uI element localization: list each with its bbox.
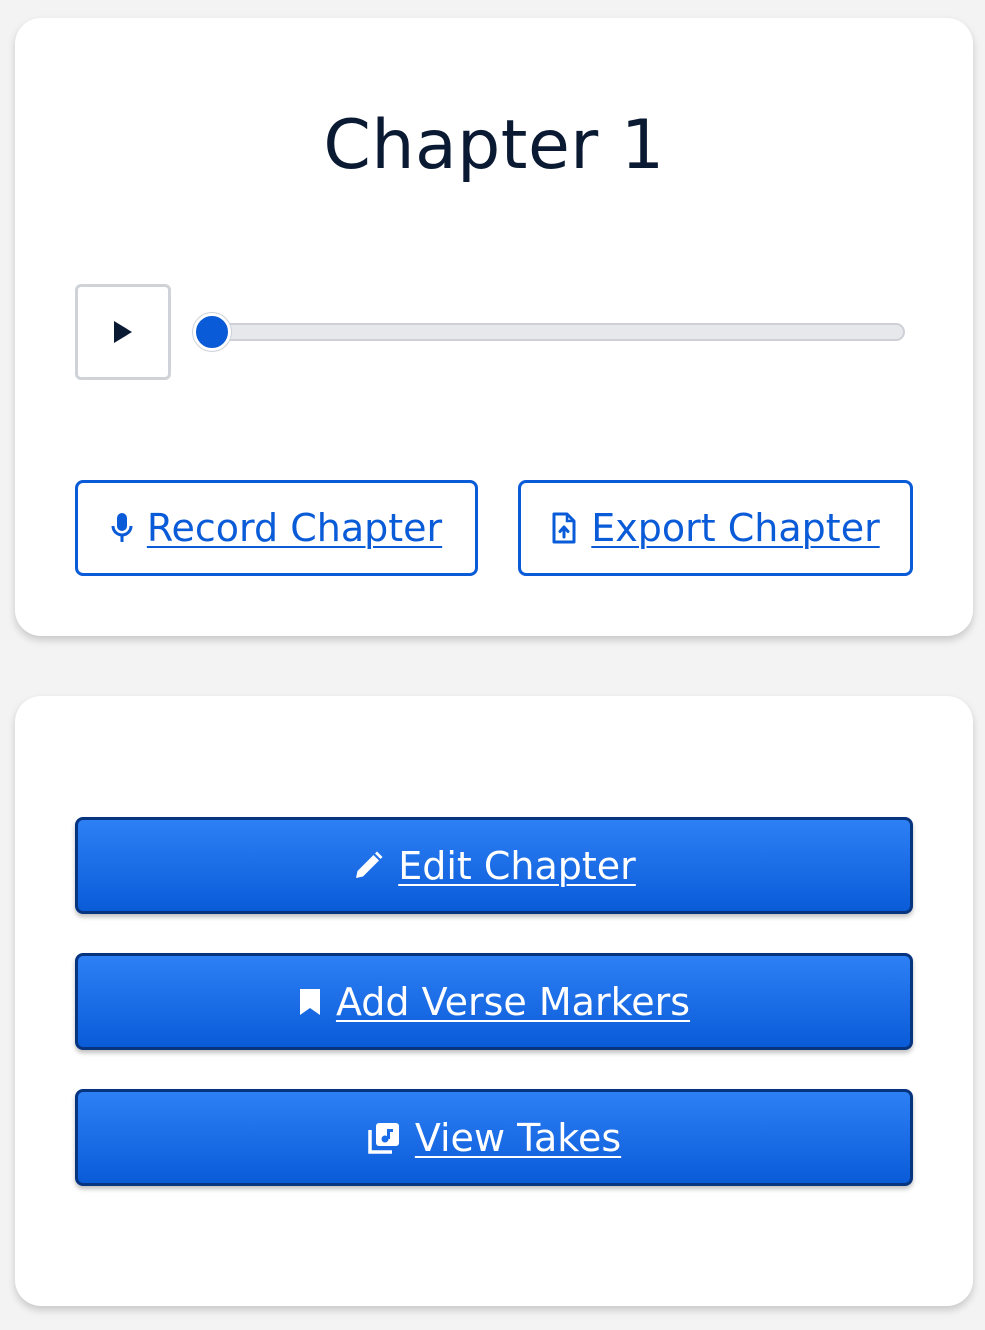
add-verse-markers-label: Add Verse Markers bbox=[335, 979, 691, 1024]
file-export-icon bbox=[551, 512, 577, 544]
music-library-icon bbox=[367, 1121, 401, 1155]
slider-thumb[interactable] bbox=[193, 313, 231, 351]
chapter-card: Chapter 1 Record Chapter Export Chapter bbox=[15, 18, 973, 636]
audio-progress-slider[interactable] bbox=[193, 313, 905, 351]
microphone-icon bbox=[111, 512, 133, 544]
slider-track[interactable] bbox=[193, 323, 905, 341]
edit-chapter-button[interactable]: Edit Chapter bbox=[75, 817, 913, 914]
view-takes-label: View Takes bbox=[414, 1115, 622, 1160]
add-verse-markers-button[interactable]: Add Verse Markers bbox=[75, 953, 913, 1050]
export-chapter-label: Export Chapter bbox=[591, 506, 880, 550]
chapter-title: Chapter 1 bbox=[323, 106, 665, 185]
pencil-icon bbox=[352, 850, 384, 882]
play-icon bbox=[114, 321, 132, 343]
record-chapter-button[interactable]: Record Chapter bbox=[75, 480, 478, 576]
edit-chapter-label: Edit Chapter bbox=[398, 843, 636, 888]
record-chapter-label: Record Chapter bbox=[146, 506, 443, 550]
view-takes-button[interactable]: View Takes bbox=[75, 1089, 913, 1186]
play-button[interactable] bbox=[75, 284, 171, 380]
chapter-actions-card: Edit Chapter Add Verse Markers View Take… bbox=[15, 696, 973, 1306]
export-chapter-button[interactable]: Export Chapter bbox=[518, 480, 913, 576]
bookmark-icon bbox=[298, 987, 322, 1017]
